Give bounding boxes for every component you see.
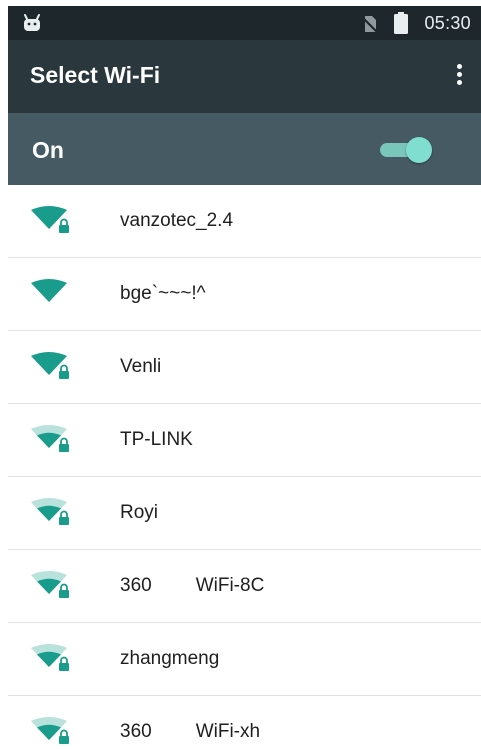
wifi-signal-icon xyxy=(31,279,67,302)
wifi-network-item[interactable]: TP-LINK xyxy=(8,404,481,477)
wifi-network-name: zhangmeng xyxy=(120,648,220,669)
wifi-switch-label: On xyxy=(32,137,64,163)
wifi-signal-lock-icon xyxy=(31,206,69,233)
no-sim-icon xyxy=(361,16,378,33)
wifi-network-item[interactable]: Royi xyxy=(8,477,481,550)
wifi-switch-bar: On xyxy=(8,113,481,185)
overflow-menu-icon[interactable] xyxy=(453,64,465,90)
page-title: Select Wi-Fi xyxy=(30,62,161,88)
clock: 05:30 xyxy=(424,13,471,33)
status-bar: 05:30 xyxy=(8,6,481,40)
wifi-signal-weak-lock-icon xyxy=(31,644,69,671)
battery-icon xyxy=(394,12,408,34)
wifi-network-name: Venli xyxy=(120,356,162,377)
wifi-network-name: 360 WiFi-8C xyxy=(120,575,264,597)
wifi-signal-weak-lock-icon xyxy=(31,717,69,744)
wifi-network-item[interactable]: zhangmeng xyxy=(8,623,481,696)
redaction-mask xyxy=(151,721,196,742)
wifi-signal-weak-lock-icon xyxy=(31,425,69,452)
wifi-network-name: vanzotec_2.4 xyxy=(120,210,234,231)
redaction-mask xyxy=(151,575,196,596)
app-bar: Select Wi-Fi xyxy=(8,40,481,113)
wifi-signal-lock-icon xyxy=(31,352,69,379)
wifi-network-list: vanzotec_2.4 bge`~~~!^ Venli TP-LINK Roy… xyxy=(8,185,481,749)
wifi-network-name: bge`~~~!^ xyxy=(120,283,206,304)
wifi-network-name: 360 WiFi-xh xyxy=(120,721,260,743)
wifi-signal-weak-lock-icon xyxy=(31,571,69,598)
wifi-network-item[interactable]: vanzotec_2.4 xyxy=(8,185,481,258)
wifi-network-item[interactable]: 360 WiFi-xh xyxy=(8,696,481,749)
wifi-network-item[interactable]: Venli xyxy=(8,331,481,404)
android-icon xyxy=(24,14,40,31)
wifi-signal-weak-lock-icon xyxy=(31,498,69,525)
wifi-toggle-thumb xyxy=(406,137,432,163)
ssid-suffix: WiFi-8C xyxy=(195,575,265,596)
wifi-network-item[interactable]: bge`~~~!^ xyxy=(8,258,481,331)
wifi-settings-screen: 05:30 Select Wi-Fi On vanzotec_2.4 bge`~… xyxy=(0,0,481,749)
wifi-network-name: Royi xyxy=(120,502,159,523)
wifi-network-item[interactable]: 360 WiFi-8C xyxy=(8,550,481,623)
ssid-suffix: WiFi-xh xyxy=(195,721,261,742)
wifi-toggle[interactable] xyxy=(380,137,432,163)
ssid-prefix: 360 xyxy=(120,721,152,742)
ssid-prefix: 360 xyxy=(120,575,152,596)
wifi-network-name: TP-LINK xyxy=(120,429,193,450)
